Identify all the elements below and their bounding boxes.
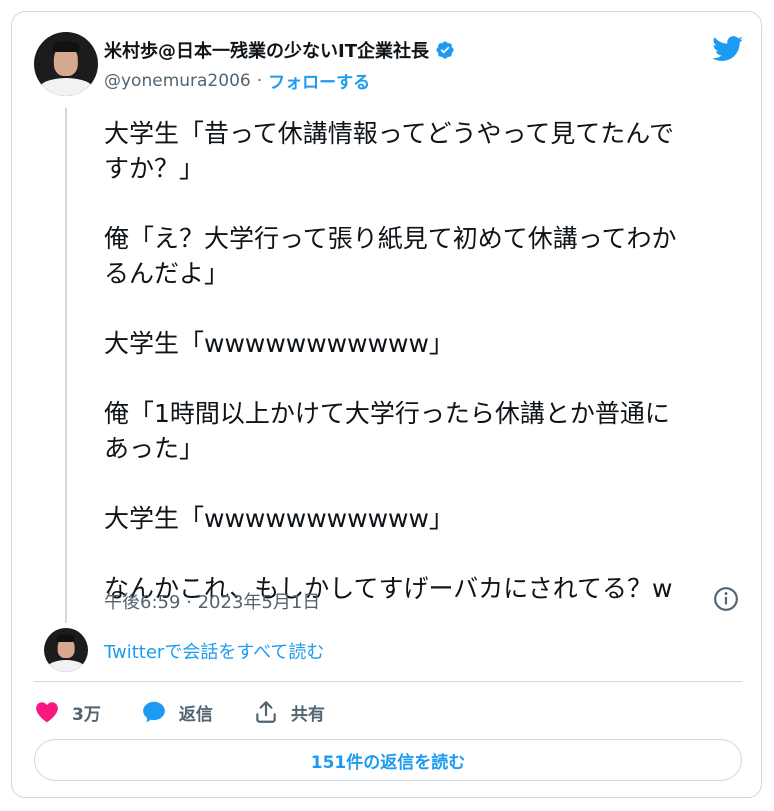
tweet-text: 大学生「昔って休講情報ってどうやって見てたんで すか？」 俺「え？大学行って張り… — [104, 119, 677, 603]
like-button[interactable]: 3万 — [34, 699, 101, 725]
reply-bubble-icon — [143, 701, 165, 723]
tweet-actions: 3万 返信 共有 — [34, 697, 365, 727]
author-avatar[interactable] — [34, 32, 98, 96]
author-display-name[interactable]: 米村歩@日本一残業の少ないIT企業社長 — [104, 37, 429, 63]
author-name-row: 米村歩@日本一残業の少ないIT企業社長 — [104, 38, 455, 62]
thread-line — [65, 108, 67, 623]
author-handle-row: @yonemura2006 · フォローする — [104, 68, 370, 94]
twitter-bird-icon[interactable] — [712, 36, 744, 62]
read-conversation-link[interactable]: Twitterで会話をすべて読む — [104, 638, 324, 664]
tweet-timestamp[interactable]: 午後6:59 · 2023年5月1日 — [104, 588, 320, 614]
share-label: 共有 — [290, 704, 325, 725]
embedded-tweet-card: 米村歩@日本一残業の少ないIT企業社長 @yonemura2006 · フォロー… — [11, 11, 762, 798]
info-icon[interactable] — [713, 586, 739, 612]
read-replies-button[interactable]: 151件の返信を読む — [34, 739, 742, 781]
conversation-avatar[interactable] — [44, 628, 88, 672]
separator-dot: · — [256, 70, 263, 91]
verified-badge-icon — [436, 41, 454, 59]
like-count: 3万 — [72, 704, 101, 725]
share-button[interactable]: 共有 — [253, 699, 325, 725]
divider — [34, 681, 742, 682]
reply-button[interactable]: 返信 — [141, 699, 213, 725]
share-icon — [256, 701, 276, 723]
follow-link[interactable]: フォローする — [268, 68, 370, 93]
reply-label: 返信 — [178, 704, 213, 725]
read-replies-label: 151件の返信を読む — [310, 752, 466, 773]
author-handle[interactable]: @yonemura2006 — [104, 71, 251, 91]
heart-icon — [36, 702, 58, 723]
